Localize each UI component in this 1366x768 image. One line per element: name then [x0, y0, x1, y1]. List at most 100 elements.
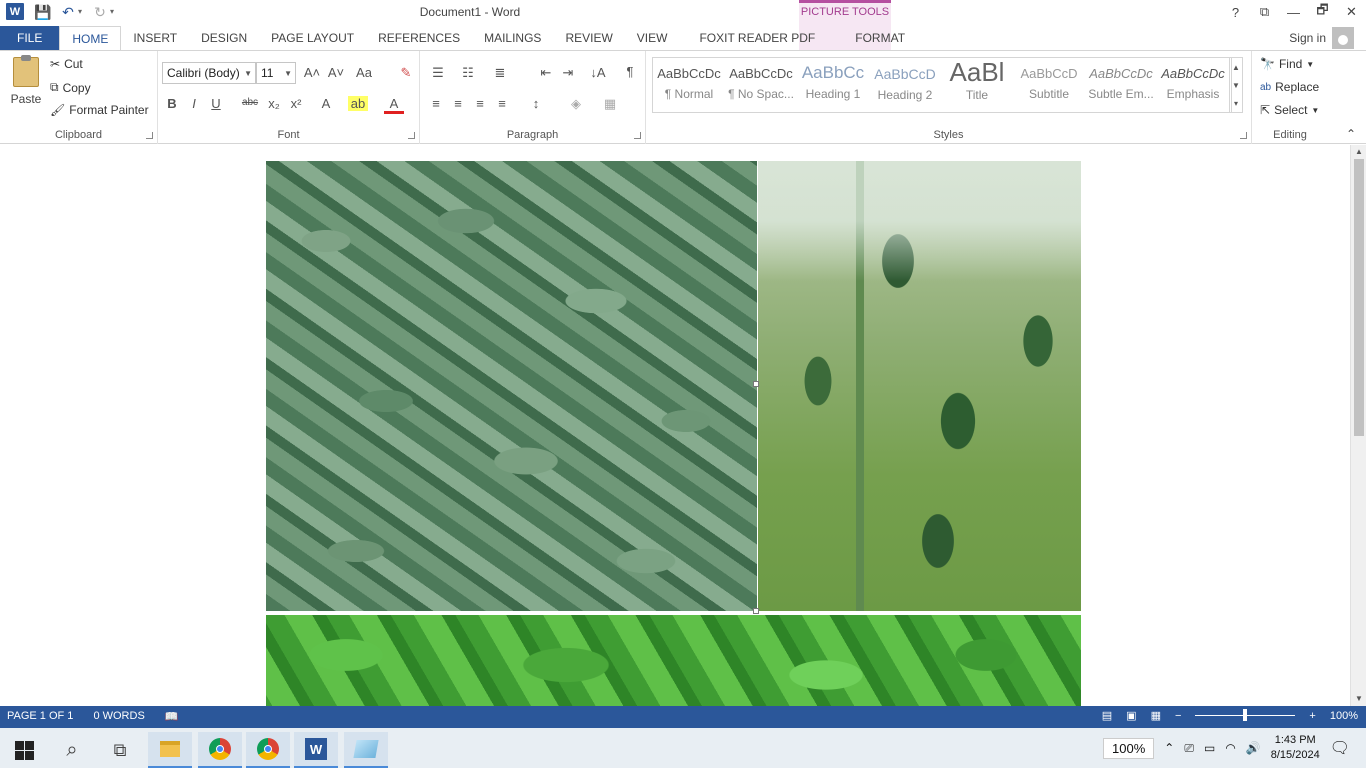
read-mode-icon[interactable]: ▤ [1102, 709, 1112, 722]
chevron-up-icon[interactable]: ⌃ [1164, 741, 1174, 755]
format-painter-button[interactable]: 🖌 Format Painter [50, 103, 149, 117]
resize-handle[interactable] [753, 608, 759, 614]
chevron-down-icon[interactable]: ▼ [1232, 81, 1240, 90]
leaf-image-1[interactable] [266, 161, 757, 611]
underline-icon[interactable]: U [206, 96, 226, 111]
style-title[interactable]: AaBl Title [941, 58, 1013, 112]
word-taskbar-icon[interactable]: W [294, 732, 338, 768]
zoom-level[interactable]: 100% [1330, 710, 1358, 722]
copy-button[interactable]: ⧉ Copy [50, 80, 91, 95]
text-effects-icon[interactable]: A [316, 96, 336, 111]
multilevel-list-icon[interactable]: ≣ [490, 65, 510, 81]
select-button[interactable]: ⇱ Select ▼ [1260, 103, 1319, 117]
notifications-icon[interactable]: 🗨 [1330, 738, 1350, 758]
tab-foxit-reader-pdf[interactable]: FOXIT READER PDF [679, 26, 833, 50]
help-button[interactable]: ? [1221, 0, 1250, 24]
highlight-icon[interactable]: ab [348, 96, 368, 111]
chrome-icon[interactable] [198, 732, 242, 768]
change-case-icon[interactable]: Aa [354, 65, 374, 80]
paste-button[interactable]: Paste [8, 55, 44, 106]
strikethrough-icon[interactable]: abc [240, 97, 260, 108]
style-no-spacing[interactable]: AaBbCcDc ¶ No Spac... [725, 58, 797, 112]
minimize-button[interactable]: — [1279, 0, 1308, 24]
italic-icon[interactable]: I [184, 96, 204, 111]
tab-mailings[interactable]: MAILINGS [472, 26, 553, 50]
font-name-combo[interactable]: Calibri (Body) ▼ [162, 62, 256, 84]
bullets-icon[interactable]: ☰ [428, 65, 448, 81]
tab-view[interactable]: VIEW [625, 26, 680, 50]
numbering-icon[interactable]: ☷ [458, 65, 478, 81]
app-taskbar-icon[interactable] [344, 732, 388, 768]
zoom-in-icon[interactable]: + [1309, 710, 1315, 722]
battery-icon[interactable]: ▭ [1204, 741, 1215, 755]
proofing-icon[interactable]: 📖 [165, 710, 179, 723]
close-button[interactable]: ✕ [1337, 0, 1366, 24]
justify-icon[interactable]: ≡ [492, 96, 512, 111]
show-formatting-icon[interactable]: ¶ [620, 64, 640, 79]
tab-file[interactable]: FILE [0, 26, 60, 50]
chrome-profile-icon[interactable] [246, 732, 290, 768]
find-button[interactable]: 🔭 Find ▼ [1260, 57, 1314, 71]
style-subtle-emphasis[interactable]: AaBbCcDc Subtle Em... [1085, 58, 1157, 112]
line-spacing-icon[interactable]: ↕ [526, 96, 546, 111]
cut-button[interactable]: ✂ Cut [50, 57, 83, 71]
collapse-ribbon-icon[interactable]: ⌃ [1346, 127, 1356, 141]
task-view-icon[interactable]: ⧉ [98, 732, 142, 768]
align-center-icon[interactable]: ≡ [448, 96, 468, 111]
vertical-scrollbar[interactable]: ▲ ▼ [1350, 145, 1366, 706]
tab-page-layout[interactable]: PAGE LAYOUT [259, 26, 366, 50]
resize-handle[interactable] [753, 381, 759, 387]
file-explorer-icon[interactable] [148, 732, 192, 768]
zoom-out-icon[interactable]: − [1175, 710, 1181, 722]
more-styles-icon[interactable]: ▾ [1234, 99, 1238, 108]
tab-review[interactable]: REVIEW [553, 26, 624, 50]
avatar[interactable] [1332, 27, 1354, 49]
meet-now-icon[interactable]: ⎚ [1184, 741, 1194, 756]
tab-home[interactable]: HOME [59, 26, 122, 50]
tab-design[interactable]: DESIGN [189, 26, 259, 50]
tab-format[interactable]: FORMAT [833, 26, 930, 50]
sort-icon[interactable]: ↓A [588, 65, 608, 80]
shrink-font-icon[interactable]: A˅ [326, 65, 346, 80]
restore-button[interactable]: 🗗 [1308, 0, 1337, 24]
clipboard-launcher-icon[interactable] [146, 132, 153, 139]
volume-icon[interactable]: 🔊 [1246, 741, 1261, 755]
replace-button[interactable]: ab Replace [1260, 80, 1319, 94]
style-emphasis[interactable]: AaBbCcDc Emphasis [1157, 58, 1229, 112]
zoom-slider[interactable] [1195, 709, 1296, 721]
scroll-thumb[interactable] [1354, 159, 1364, 436]
print-layout-icon[interactable]: ▣ [1126, 709, 1136, 722]
subscript-icon[interactable]: x₂ [264, 96, 284, 111]
clock[interactable]: 1:43 PM 8/15/2024 [1271, 733, 1320, 763]
style-normal[interactable]: AaBbCcDc ¶ Normal [653, 58, 725, 112]
leaf-image-2[interactable] [758, 161, 1081, 611]
superscript-icon[interactable]: x² [286, 96, 306, 111]
tab-references[interactable]: REFERENCES [366, 26, 472, 50]
clear-formatting-icon[interactable]: ✎ [396, 65, 416, 81]
decrease-indent-icon[interactable]: ⇤ [536, 65, 556, 81]
font-color-icon[interactable]: A [384, 96, 404, 114]
paragraph-launcher-icon[interactable] [634, 132, 641, 139]
zoom-slider-thumb[interactable] [1243, 709, 1248, 721]
start-button[interactable] [2, 732, 46, 768]
bold-icon[interactable]: B [162, 96, 182, 111]
align-right-icon[interactable]: ≡ [470, 96, 490, 111]
word-count[interactable]: 0 WORDS [93, 710, 144, 723]
borders-icon[interactable]: ▦ [600, 96, 620, 112]
shading-icon[interactable]: ◈ [566, 96, 586, 112]
sign-in-link[interactable]: Sign in [1289, 31, 1326, 45]
increase-indent-icon[interactable]: ⇥ [558, 65, 578, 81]
chevron-up-icon[interactable]: ▲ [1232, 63, 1240, 72]
scroll-up-icon[interactable]: ▲ [1354, 147, 1364, 157]
search-icon[interactable]: ⌕ [50, 732, 94, 768]
leaf-image-3[interactable] [266, 615, 1081, 706]
align-left-icon[interactable]: ≡ [426, 96, 446, 111]
document-canvas[interactable] [0, 145, 1350, 706]
wifi-icon[interactable]: ◠ [1225, 741, 1235, 755]
styles-launcher-icon[interactable] [1240, 132, 1247, 139]
grow-font-icon[interactable]: A˄ [302, 65, 322, 80]
page-count[interactable]: PAGE 1 OF 1 [7, 710, 73, 723]
tab-insert[interactable]: INSERT [121, 26, 189, 50]
font-launcher-icon[interactable] [408, 132, 415, 139]
ribbon-display-options-button[interactable]: ⧉ [1250, 0, 1279, 24]
